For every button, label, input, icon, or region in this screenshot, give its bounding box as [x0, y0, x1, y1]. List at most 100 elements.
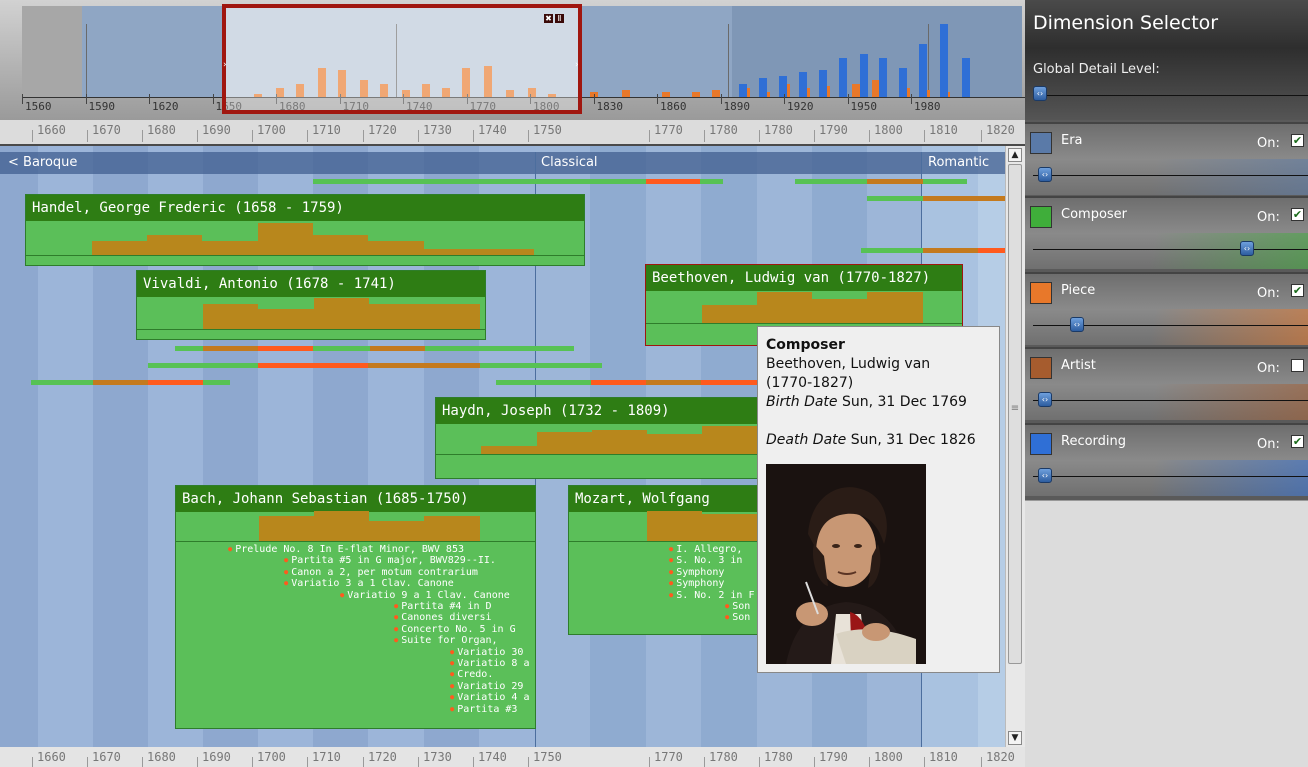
enable-checkbox[interactable]: ✔	[1291, 284, 1304, 297]
piece-strip[interactable]	[700, 179, 723, 184]
piece-strip[interactable]	[978, 248, 1005, 253]
overview-timeline[interactable]: 1560 1590 1620 1650 1680 1710 1740 1770 1800 1830…	[0, 0, 1025, 120]
piece-strip[interactable]	[646, 380, 701, 385]
detail-slider-knob-icon[interactable]: ‹›	[1070, 317, 1084, 332]
piece-strip[interactable]	[148, 380, 203, 385]
piece-strip[interactable]	[923, 179, 967, 184]
detail-slider-knob-icon[interactable]: ‹›	[1240, 241, 1254, 256]
piece-label[interactable]: Partita #4 in D	[394, 601, 491, 613]
left-handle-icon[interactable]: ›	[223, 60, 229, 70]
piece-strip[interactable]	[701, 380, 757, 385]
global-detail-knob-icon[interactable]: ‹›	[1033, 86, 1047, 101]
era-bar-baroque[interactable]	[0, 152, 535, 174]
enable-checkbox[interactable]: ✔	[1291, 134, 1304, 147]
color-swatch[interactable]	[1030, 282, 1052, 304]
piece-label[interactable]: S. No. 2 in F	[669, 590, 754, 602]
enable-checkbox[interactable]	[1291, 359, 1304, 372]
overview-bar	[839, 58, 847, 98]
piece-strip[interactable]	[591, 380, 646, 385]
detail-slider-knob-icon[interactable]: ‹›	[1038, 392, 1052, 407]
piece-strip[interactable]	[867, 196, 923, 201]
piece-strip[interactable]	[148, 363, 258, 368]
time-tick-line	[981, 757, 982, 767]
detail-slider-knob-icon[interactable]: ‹›	[1038, 167, 1052, 182]
piece-strip[interactable]	[923, 248, 978, 253]
global-detail-slider-track[interactable]	[1033, 95, 1308, 96]
piece-strip[interactable]	[861, 248, 923, 253]
overview-bar	[860, 54, 868, 98]
piece-label[interactable]: Suite for Organ,	[394, 635, 497, 647]
scroll-up-icon[interactable]: ▲	[1008, 148, 1022, 162]
time-tick-label: 1720	[368, 750, 397, 764]
piece-label[interactable]: Prelude No. 8 In E-flat Minor, BWV 853	[228, 544, 464, 556]
piece-label[interactable]: Partita #3	[450, 704, 517, 716]
piece-strip[interactable]	[93, 380, 148, 385]
composer-card-haydn[interactable]: Haydn, Joseph (1732 - 1809)	[435, 397, 765, 479]
piece-label[interactable]: Partita #5 in G major, BWV829--II.	[284, 555, 496, 567]
detail-slider-track[interactable]	[1033, 400, 1308, 401]
time-tick-label: 1680	[147, 123, 176, 137]
piece-strip[interactable]	[31, 380, 93, 385]
piece-label[interactable]: Variatio 3 a 1 Clav. Canone	[284, 578, 454, 590]
timeline-scrollbar[interactable]: ▲ ≡ ▼	[1005, 146, 1025, 747]
time-tick-line	[32, 757, 33, 767]
color-swatch[interactable]	[1030, 132, 1052, 154]
piece-label[interactable]: Variatio 29	[450, 681, 523, 693]
detail-slider-knob-icon[interactable]: ‹›	[1038, 468, 1052, 483]
piece-label[interactable]: Canones diversi	[394, 612, 491, 624]
dimension-label: Era	[1061, 133, 1083, 148]
piece-label[interactable]: Concerto No. 5 in G	[394, 624, 515, 636]
histogram-bar	[424, 516, 480, 541]
piece-label[interactable]: Variatio 30	[450, 647, 523, 659]
piece-label[interactable]: S. No. 3 in	[669, 555, 742, 567]
scroll-thumb[interactable]: ≡	[1008, 164, 1022, 664]
overview-tick-line	[911, 94, 912, 104]
pin-icon[interactable]: Ⅱ	[555, 14, 564, 23]
piece-label[interactable]: Son	[725, 601, 750, 613]
piece-label[interactable]: Credo.	[450, 669, 493, 681]
scroll-down-icon[interactable]: ▼	[1008, 731, 1022, 745]
composer-card-vivaldi[interactable]: Vivaldi, Antonio (1678 - 1741)	[136, 270, 486, 340]
piece-strip[interactable]	[258, 363, 368, 368]
composer-card-handel[interactable]: Handel, George Frederic (1658 - 1759)	[25, 194, 585, 266]
detail-slider-track[interactable]	[1033, 175, 1308, 176]
overview-tick-line	[657, 94, 658, 104]
piece-strip[interactable]	[203, 346, 258, 351]
piece-label[interactable]: Symphony	[669, 578, 724, 590]
overview-zoom-window[interactable]: ✖ Ⅱ › ›	[222, 4, 582, 114]
piece-strip[interactable]	[203, 380, 230, 385]
close-icon[interactable]: ✖	[544, 14, 553, 23]
composer-card-bach[interactable]: Bach, Johann Sebastian (1685-1750) Prelu…	[175, 485, 536, 729]
piece-strip[interactable]	[370, 346, 425, 351]
enable-checkbox[interactable]: ✔	[1291, 435, 1304, 448]
piece-label[interactable]: Variatio 4 a	[450, 692, 529, 704]
piece-label[interactable]: Variatio 8 a	[450, 658, 529, 670]
time-tick-label: 1670	[92, 123, 121, 137]
piece-label[interactable]: Son	[725, 612, 750, 624]
composer-card-mozart[interactable]: Mozart, Wolfgang I. Allegro,S. No. 3 inS…	[568, 485, 763, 635]
piece-strip[interactable]	[368, 363, 480, 368]
piece-strip[interactable]	[480, 363, 602, 368]
color-swatch[interactable]	[1030, 206, 1052, 228]
piece-strip[interactable]	[646, 179, 700, 184]
overview-tick-line	[212, 94, 214, 104]
piece-label[interactable]: Canon a 2, per motum contrarium	[284, 567, 478, 579]
piece-label[interactable]: Symphony	[669, 567, 724, 579]
color-swatch[interactable]	[1030, 433, 1052, 455]
color-swatch[interactable]	[1030, 357, 1052, 379]
right-handle-icon[interactable]: ›	[575, 60, 581, 70]
piece-label[interactable]: I. Allegro,	[669, 544, 742, 556]
piece-strip[interactable]	[923, 196, 1005, 201]
piece-strip[interactable]	[795, 179, 867, 184]
piece-strip[interactable]	[313, 179, 646, 184]
enable-checkbox[interactable]: ✔	[1291, 208, 1304, 221]
piece-strip[interactable]	[867, 179, 923, 184]
detail-slider-track[interactable]	[1033, 249, 1308, 250]
piece-strip[interactable]	[258, 346, 313, 351]
piece-strip[interactable]	[496, 380, 591, 385]
time-tick-label: 1800	[874, 750, 903, 764]
piece-label[interactable]: Variatio 9 a 1 Clav. Canone	[340, 590, 510, 602]
overview-bar	[759, 78, 767, 98]
piece-strip[interactable]	[313, 346, 574, 351]
detail-slider-track[interactable]	[1033, 476, 1308, 477]
